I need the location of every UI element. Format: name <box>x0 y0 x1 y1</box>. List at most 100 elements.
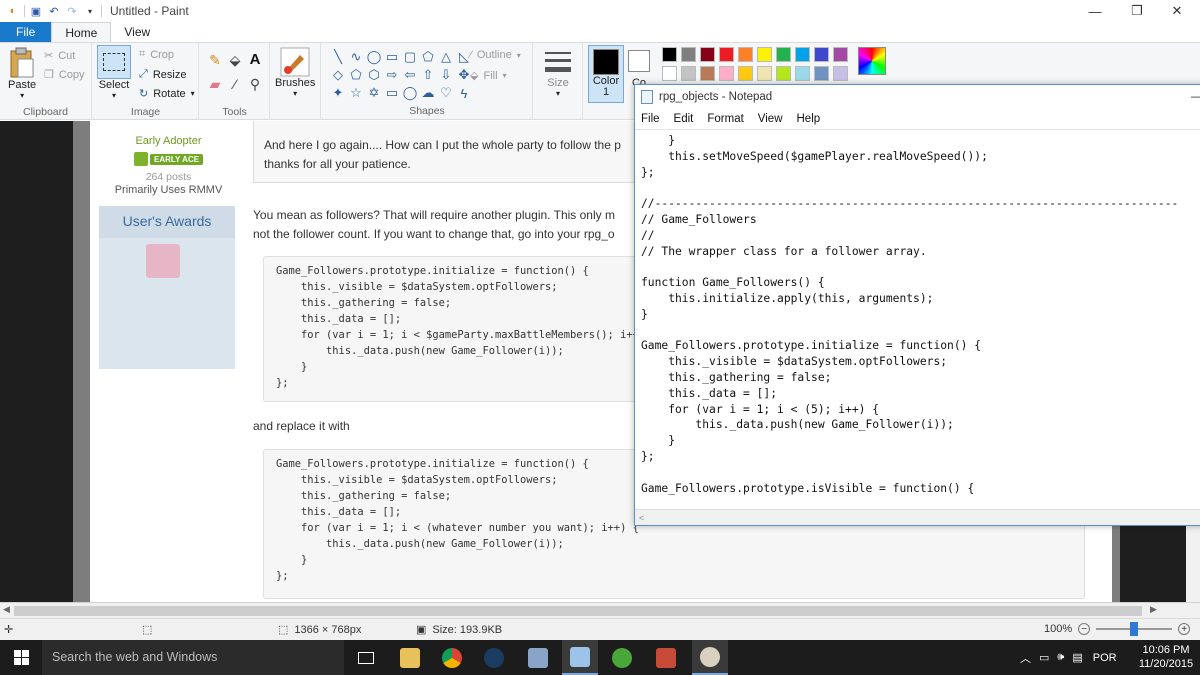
tab-view[interactable]: View <box>111 22 163 42</box>
brushes-button[interactable]: Brushes ▾ <box>275 47 315 98</box>
star4-shape-icon[interactable]: ✦ <box>330 85 346 101</box>
copy-button[interactable]: ❐ Copy <box>44 68 85 82</box>
notepad-scroll-left-icon[interactable]: < <box>639 513 644 523</box>
steam-button[interactable] <box>476 640 512 675</box>
palette-color-swatch[interactable] <box>833 47 848 62</box>
text-icon[interactable]: A <box>248 51 262 68</box>
star6-shape-icon[interactable]: ✡ <box>366 85 382 101</box>
menu-view[interactable]: View <box>758 113 783 125</box>
paint-taskbar-button[interactable] <box>692 640 728 675</box>
select-dropdown-icon[interactable]: ▾ <box>112 91 116 100</box>
select-button[interactable]: Select ▾ <box>97 45 131 100</box>
rotate-button[interactable]: ↻ Rotate ▾ <box>139 87 195 101</box>
redo-icon[interactable]: ↷ <box>65 4 79 18</box>
size-button[interactable]: Size ▾ <box>543 47 573 98</box>
scroll-left-icon[interactable]: ◀ <box>3 604 10 615</box>
heart-shape-icon[interactable]: ♡ <box>438 85 454 101</box>
palette-color-swatch[interactable] <box>719 47 734 62</box>
palette-color-swatch[interactable] <box>700 47 715 62</box>
save-icon[interactable]: ▣ <box>29 4 43 18</box>
pencil-icon[interactable]: ✎ <box>208 52 222 68</box>
color1-button[interactable]: Color 1 <box>588 45 624 103</box>
edit-colors-button[interactable] <box>858 47 886 75</box>
palette-color-swatch[interactable] <box>662 66 677 81</box>
cut-button[interactable]: ✂ Cut <box>44 49 75 63</box>
file-explorer-button[interactable] <box>392 640 428 675</box>
diamond-shape-icon[interactable]: ◇ <box>330 67 346 83</box>
taskbar-clock[interactable]: 10:06 PM 11/20/2015 <box>1136 643 1196 671</box>
palette-color-swatch[interactable] <box>814 66 829 81</box>
palette-color-swatch[interactable] <box>681 47 696 62</box>
callout-rect-shape-icon[interactable]: ▭ <box>384 85 400 101</box>
menu-help[interactable]: Help <box>797 113 821 125</box>
network-icon[interactable]: ▭ <box>1039 651 1049 664</box>
up-arrow-shape-icon[interactable]: ⇧ <box>420 67 436 83</box>
palette-color-swatch[interactable] <box>738 66 753 81</box>
pentagon-shape-icon[interactable]: ⬠ <box>348 67 364 83</box>
crop-button[interactable]: ⌗ Crop <box>139 48 174 61</box>
show-hidden-icons[interactable]: ︿ <box>1020 650 1031 666</box>
fill-button[interactable]: ⬙ Fill ▾ <box>470 69 507 83</box>
volume-icon[interactable]: 🕪 <box>1057 651 1064 664</box>
palette-color-swatch[interactable] <box>738 47 753 62</box>
oval-shape-icon[interactable]: ◯ <box>366 49 382 65</box>
palette-color-swatch[interactable] <box>814 47 829 62</box>
star5-shape-icon[interactable]: ☆ <box>348 85 364 101</box>
resize-button[interactable]: ⤢ Resize <box>139 68 186 81</box>
language-indicator[interactable]: POR <box>1093 652 1117 664</box>
task-view-button[interactable] <box>348 640 384 675</box>
down-arrow-shape-icon[interactable]: ⇩ <box>438 67 454 83</box>
scroll-right-icon[interactable]: ▶ <box>1150 604 1157 615</box>
rectangle-shape-icon[interactable]: ▭ <box>384 49 400 65</box>
eraser-icon[interactable]: ▰ <box>208 76 222 92</box>
menu-edit[interactable]: Edit <box>674 113 694 125</box>
line-shape-icon[interactable]: ╲ <box>330 49 346 65</box>
menu-file[interactable]: File <box>641 113 660 125</box>
polygon-shape-icon[interactable]: ⬠ <box>420 49 436 65</box>
rpg-maker-button[interactable] <box>648 640 684 675</box>
undo-icon[interactable]: ↶ <box>47 4 61 18</box>
lightning-shape-icon[interactable]: ϟ <box>456 85 472 101</box>
callout-oval-shape-icon[interactable]: ◯ <box>402 85 418 101</box>
palette-color-swatch[interactable] <box>662 47 677 62</box>
hexagon-shape-icon[interactable]: ⬡ <box>366 67 382 83</box>
fill-icon[interactable]: ⬙ <box>228 52 242 68</box>
palette-color-swatch[interactable] <box>757 66 772 81</box>
palette-color-swatch[interactable] <box>719 66 734 81</box>
notepad-horizontal-scrollbar[interactable]: < <box>635 509 1200 525</box>
tab-file[interactable]: File <box>0 22 52 42</box>
paste-button[interactable]: Paste ▾ <box>8 47 36 100</box>
zoom-out-icon[interactable]: − <box>1078 623 1091 635</box>
menu-format[interactable]: Format <box>707 113 743 125</box>
triangle-shape-icon[interactable]: △ <box>438 49 454 65</box>
palette-color-swatch[interactable] <box>833 66 848 81</box>
zoom-slider-thumb[interactable] <box>1130 622 1139 636</box>
palette-color-swatch[interactable] <box>776 47 791 62</box>
tab-home[interactable]: Home <box>51 22 112 42</box>
horizontal-scrollbar[interactable]: ◀ ▶ <box>0 602 1200 618</box>
cloud-shape-icon[interactable]: ☁ <box>420 85 436 101</box>
notepad-minimize-button[interactable]: — <box>1191 89 1200 103</box>
notification-icon[interactable]: ▤ <box>1072 651 1082 664</box>
magnifier-icon[interactable]: ⚲ <box>248 76 262 92</box>
start-button[interactable] <box>0 640 42 675</box>
palette-color-swatch[interactable] <box>681 66 696 81</box>
outline-button[interactable]: ⁄ Outline ▾ <box>470 49 521 61</box>
close-button[interactable]: ✕ <box>1154 0 1200 22</box>
palette-color-swatch[interactable] <box>757 47 772 62</box>
rounded-rect-shape-icon[interactable]: ▢ <box>402 49 418 65</box>
app-button[interactable] <box>520 640 556 675</box>
paste-dropdown-icon[interactable]: ▾ <box>20 91 24 100</box>
notepad-text-area[interactable]: } this.setMoveSpeed($gamePlayer.realMove… <box>635 129 1200 509</box>
palette-color-swatch[interactable] <box>700 66 715 81</box>
notepad-taskbar-button[interactable] <box>562 640 598 675</box>
color-picker-icon[interactable]: ⁄ <box>228 76 242 92</box>
utorrent-button[interactable] <box>604 640 640 675</box>
zoom-in-icon[interactable]: + <box>1178 623 1191 635</box>
palette-color-swatch[interactable] <box>795 47 810 62</box>
palette-color-swatch[interactable] <box>795 66 810 81</box>
palette-color-swatch[interactable] <box>776 66 791 81</box>
left-arrow-shape-icon[interactable]: ⇦ <box>402 67 418 83</box>
shapes-gallery[interactable]: ╲ ∿ ◯ ▭ ▢ ⬠ △ ◺ ◇ ⬠ ⬡ ⇨ ⇦ ⇧ ⇩ ✥ ✦ ☆ ✡ ▭ ◯ ☁ ♡ ϟ <box>330 49 472 101</box>
curve-shape-icon[interactable]: ∿ <box>348 49 364 65</box>
